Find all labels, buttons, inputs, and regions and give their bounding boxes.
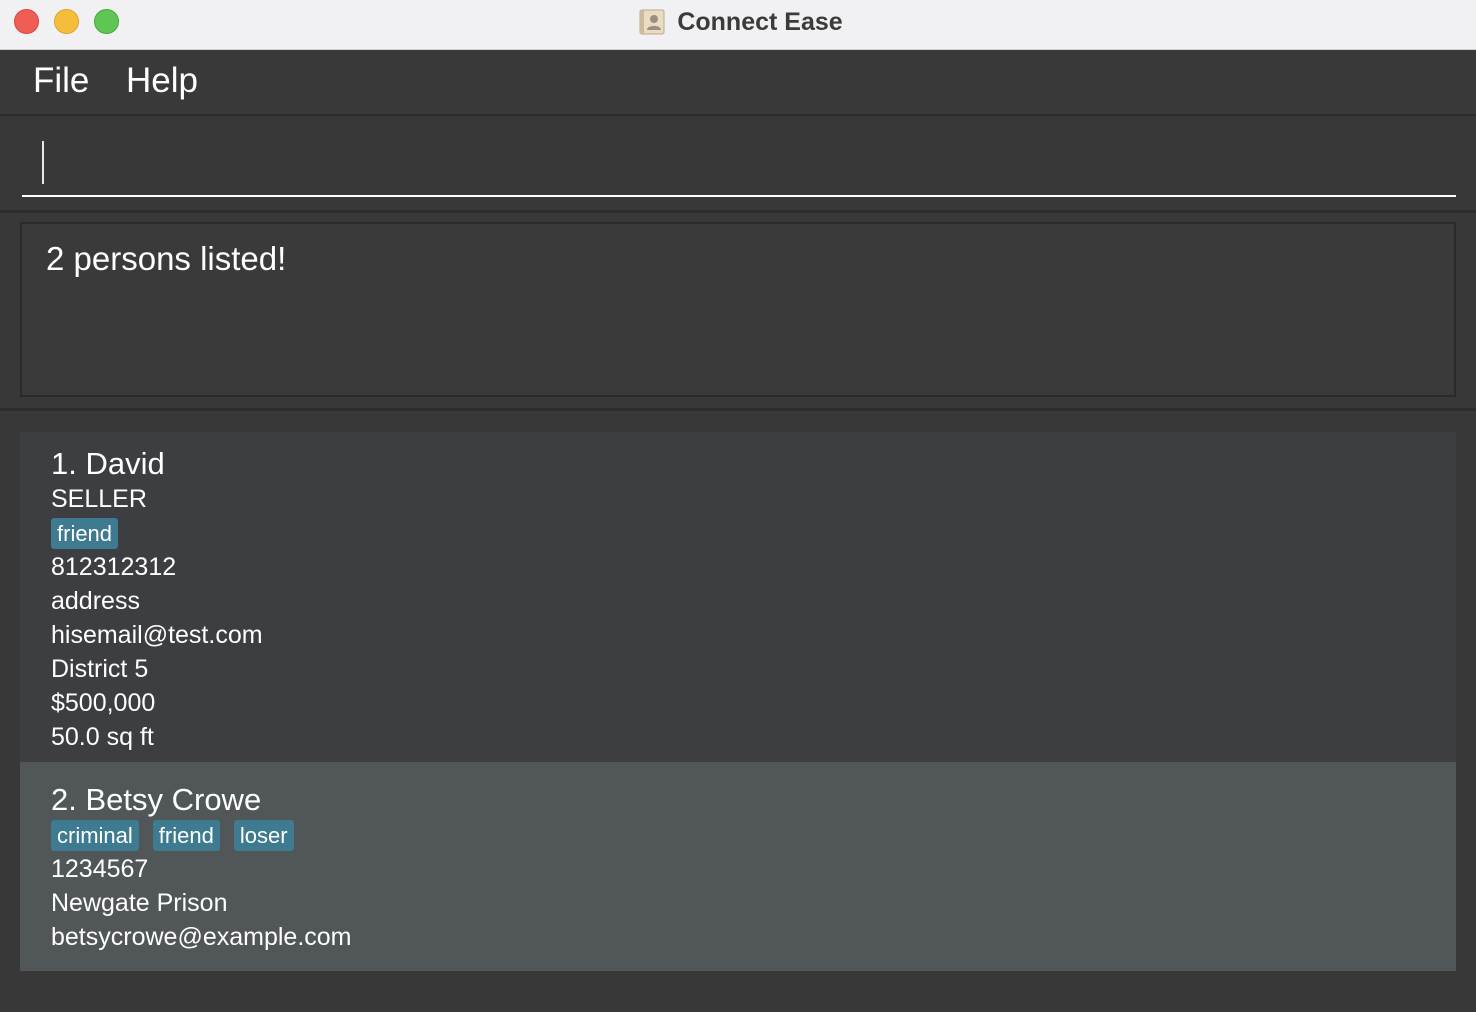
title-container: Connect Ease bbox=[0, 0, 1476, 44]
person-address: address bbox=[51, 587, 140, 615]
title-bar: Connect Ease bbox=[0, 0, 1476, 50]
person-email: betsycrowe@example.com bbox=[51, 923, 352, 951]
person-card-selected[interactable]: 2. Betsy Crowe criminal friend loser 123… bbox=[20, 762, 1456, 971]
person-name: 2. Betsy Crowe bbox=[51, 782, 262, 817]
window-title: Connect Ease bbox=[677, 7, 843, 36]
tag: criminal bbox=[51, 819, 139, 851]
menu-help[interactable]: Help bbox=[126, 61, 198, 101]
person-email: hisemail@test.com bbox=[51, 621, 263, 649]
command-input[interactable] bbox=[22, 116, 1456, 197]
tag-list: friend bbox=[51, 516, 1456, 550]
tag: friend bbox=[152, 819, 220, 851]
address-book-icon bbox=[639, 9, 665, 35]
person-role: SELLER bbox=[51, 485, 147, 513]
person-district: District 5 bbox=[51, 655, 149, 683]
app-window: Connect Ease File Help 2 persons listed!… bbox=[0, 0, 1476, 1012]
tag: loser bbox=[233, 819, 294, 851]
person-size: 50.0 sq ft bbox=[51, 723, 154, 751]
result-message: 2 persons listed! bbox=[46, 240, 287, 277]
tag: friend bbox=[51, 517, 119, 549]
person-phone: 1234567 bbox=[51, 855, 149, 883]
result-display-area: 2 persons listed! bbox=[0, 213, 1476, 408]
command-box-area bbox=[0, 116, 1476, 213]
result-display: 2 persons listed! bbox=[20, 222, 1456, 397]
person-list[interactable]: 1. David SELLER friend 812312312 address… bbox=[0, 411, 1476, 1012]
person-phone: 812312312 bbox=[51, 553, 177, 581]
person-address: Newgate Prison bbox=[51, 889, 228, 917]
person-price: $500,000 bbox=[51, 689, 156, 717]
person-name: 1. David bbox=[51, 446, 165, 481]
menu-file[interactable]: File bbox=[33, 61, 89, 101]
text-caret bbox=[42, 141, 44, 184]
person-card[interactable]: 1. David SELLER friend 812312312 address… bbox=[20, 432, 1456, 762]
menu-bar: File Help bbox=[0, 50, 1476, 116]
tag-list: criminal friend loser bbox=[51, 818, 1456, 852]
